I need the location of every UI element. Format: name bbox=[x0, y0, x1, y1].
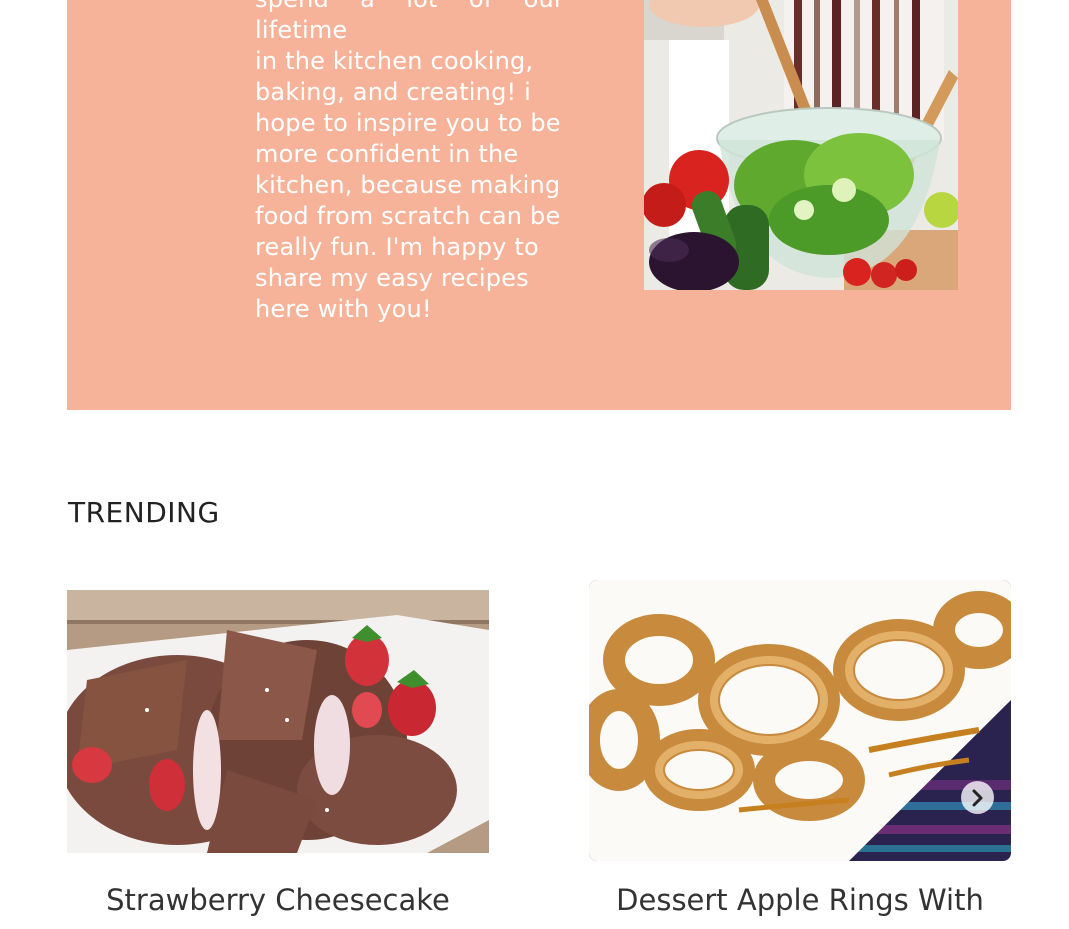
recipe-card-title[interactable]: Strawberry Cheesecake bbox=[67, 880, 489, 920]
recipe-card-image[interactable] bbox=[67, 590, 489, 853]
salad-bowl-photo bbox=[644, 0, 958, 290]
about-line: here with you! bbox=[255, 295, 432, 323]
chevron-right-icon bbox=[971, 789, 985, 807]
recipe-card-title[interactable]: Dessert Apple Rings With bbox=[589, 880, 1011, 920]
carousel-next-button[interactable] bbox=[961, 781, 994, 814]
recipe-card-image[interactable] bbox=[589, 580, 1011, 861]
about-line: kitchen, because making bbox=[255, 171, 561, 199]
about-section: spend a lot of our lifetime in the kitch… bbox=[67, 0, 1011, 410]
about-line: hope to inspire you to be bbox=[255, 109, 561, 137]
about-line: baking, and creating! i bbox=[255, 78, 532, 106]
trending-heading: TRENDING bbox=[68, 496, 220, 529]
about-text: spend a lot of our lifetime in the kitch… bbox=[255, 0, 564, 325]
about-line: really fun. I'm happy to bbox=[255, 233, 539, 261]
about-line: in the kitchen cooking, bbox=[255, 47, 534, 75]
about-line: share my easy recipes bbox=[255, 264, 529, 292]
about-line: more confident in the bbox=[255, 140, 519, 168]
about-line: food from scratch can be bbox=[255, 202, 561, 230]
about-line: spend a lot of our lifetime bbox=[255, 0, 564, 44]
